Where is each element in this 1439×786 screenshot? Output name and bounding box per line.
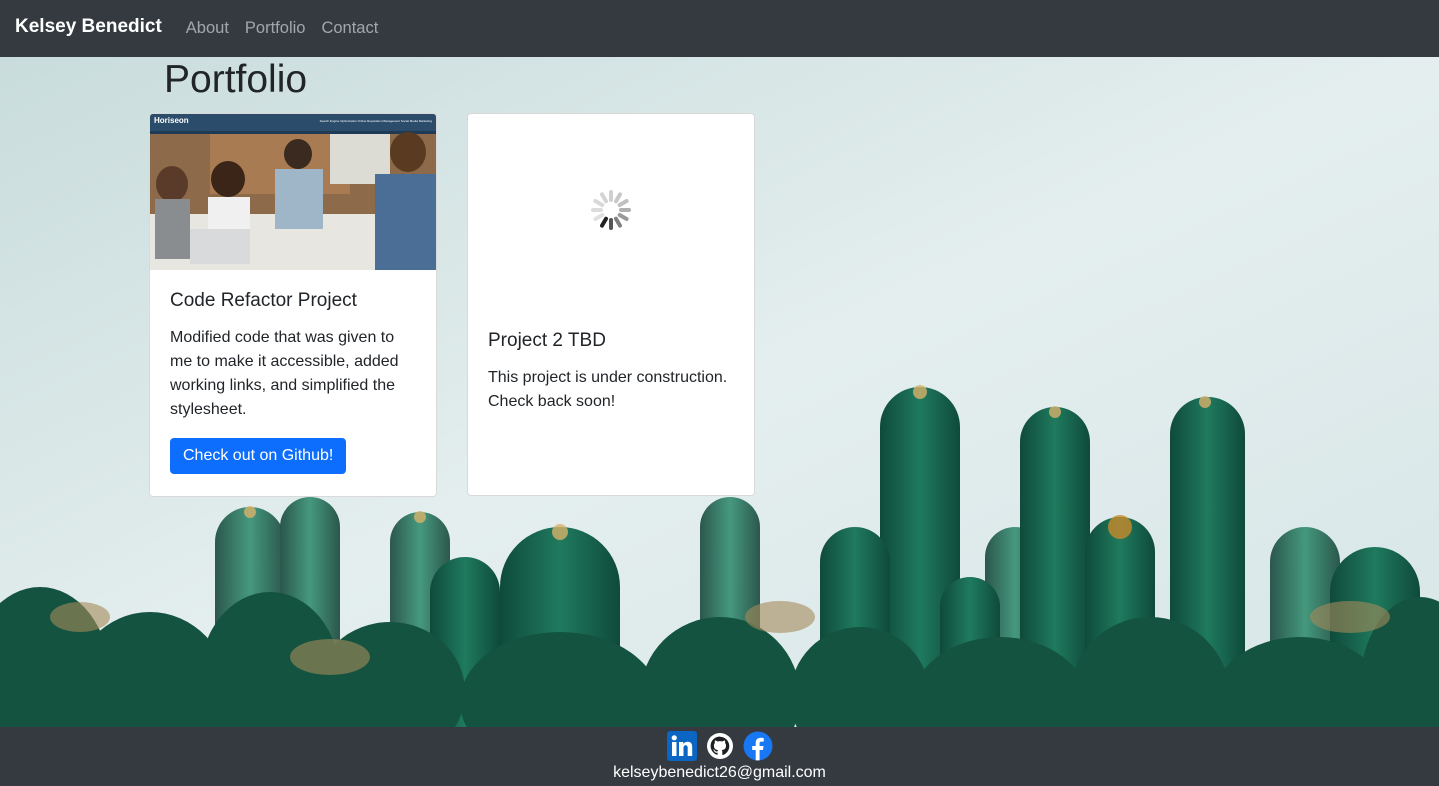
page-title: Portfolio — [164, 58, 308, 101]
github-button[interactable]: Check out on Github! — [170, 438, 347, 474]
nav-link-portfolio[interactable]: Portfolio — [245, 19, 306, 38]
card-title: Code Refactor Project — [170, 290, 357, 311]
loading-spinner-icon — [589, 188, 633, 237]
project-screenshot: Horiseon Search Engine Optimization Onli… — [150, 114, 436, 270]
card-image-placeholder — [468, 114, 754, 310]
facebook-icon[interactable] — [743, 731, 773, 761]
card-text: Modified code that was given to me to ma… — [170, 329, 399, 418]
contact-email[interactable]: kelseybenedict26@gmail.com — [0, 764, 1439, 782]
screenshot-nav-text: Search Engine Optimization Online Reputa… — [319, 119, 432, 123]
social-links — [0, 727, 1439, 761]
card-title: Project 2 TBD — [488, 330, 606, 351]
github-icon[interactable] — [705, 731, 735, 761]
card-text: This project is under construction. Chec… — [488, 369, 728, 410]
footer: kelseybenedict26@gmail.com — [0, 727, 1439, 786]
project-card: Project 2 TBD This project is under cons… — [467, 113, 755, 496]
nav-link-contact[interactable]: Contact — [321, 19, 378, 38]
linkedin-icon[interactable] — [666, 731, 697, 761]
nav-link-about[interactable]: About — [186, 19, 229, 38]
navbar: Kelsey Benedict About Portfolio Contact — [0, 0, 1439, 57]
screenshot-header-text: Horiseon — [154, 116, 189, 125]
brand-link[interactable]: Kelsey Benedict — [15, 16, 162, 38]
card-body: Project 2 TBD This project is under cons… — [468, 310, 754, 450]
card-body: Code Refactor Project Modified code that… — [150, 270, 436, 494]
project-card: Horiseon Search Engine Optimization Onli… — [149, 113, 437, 497]
